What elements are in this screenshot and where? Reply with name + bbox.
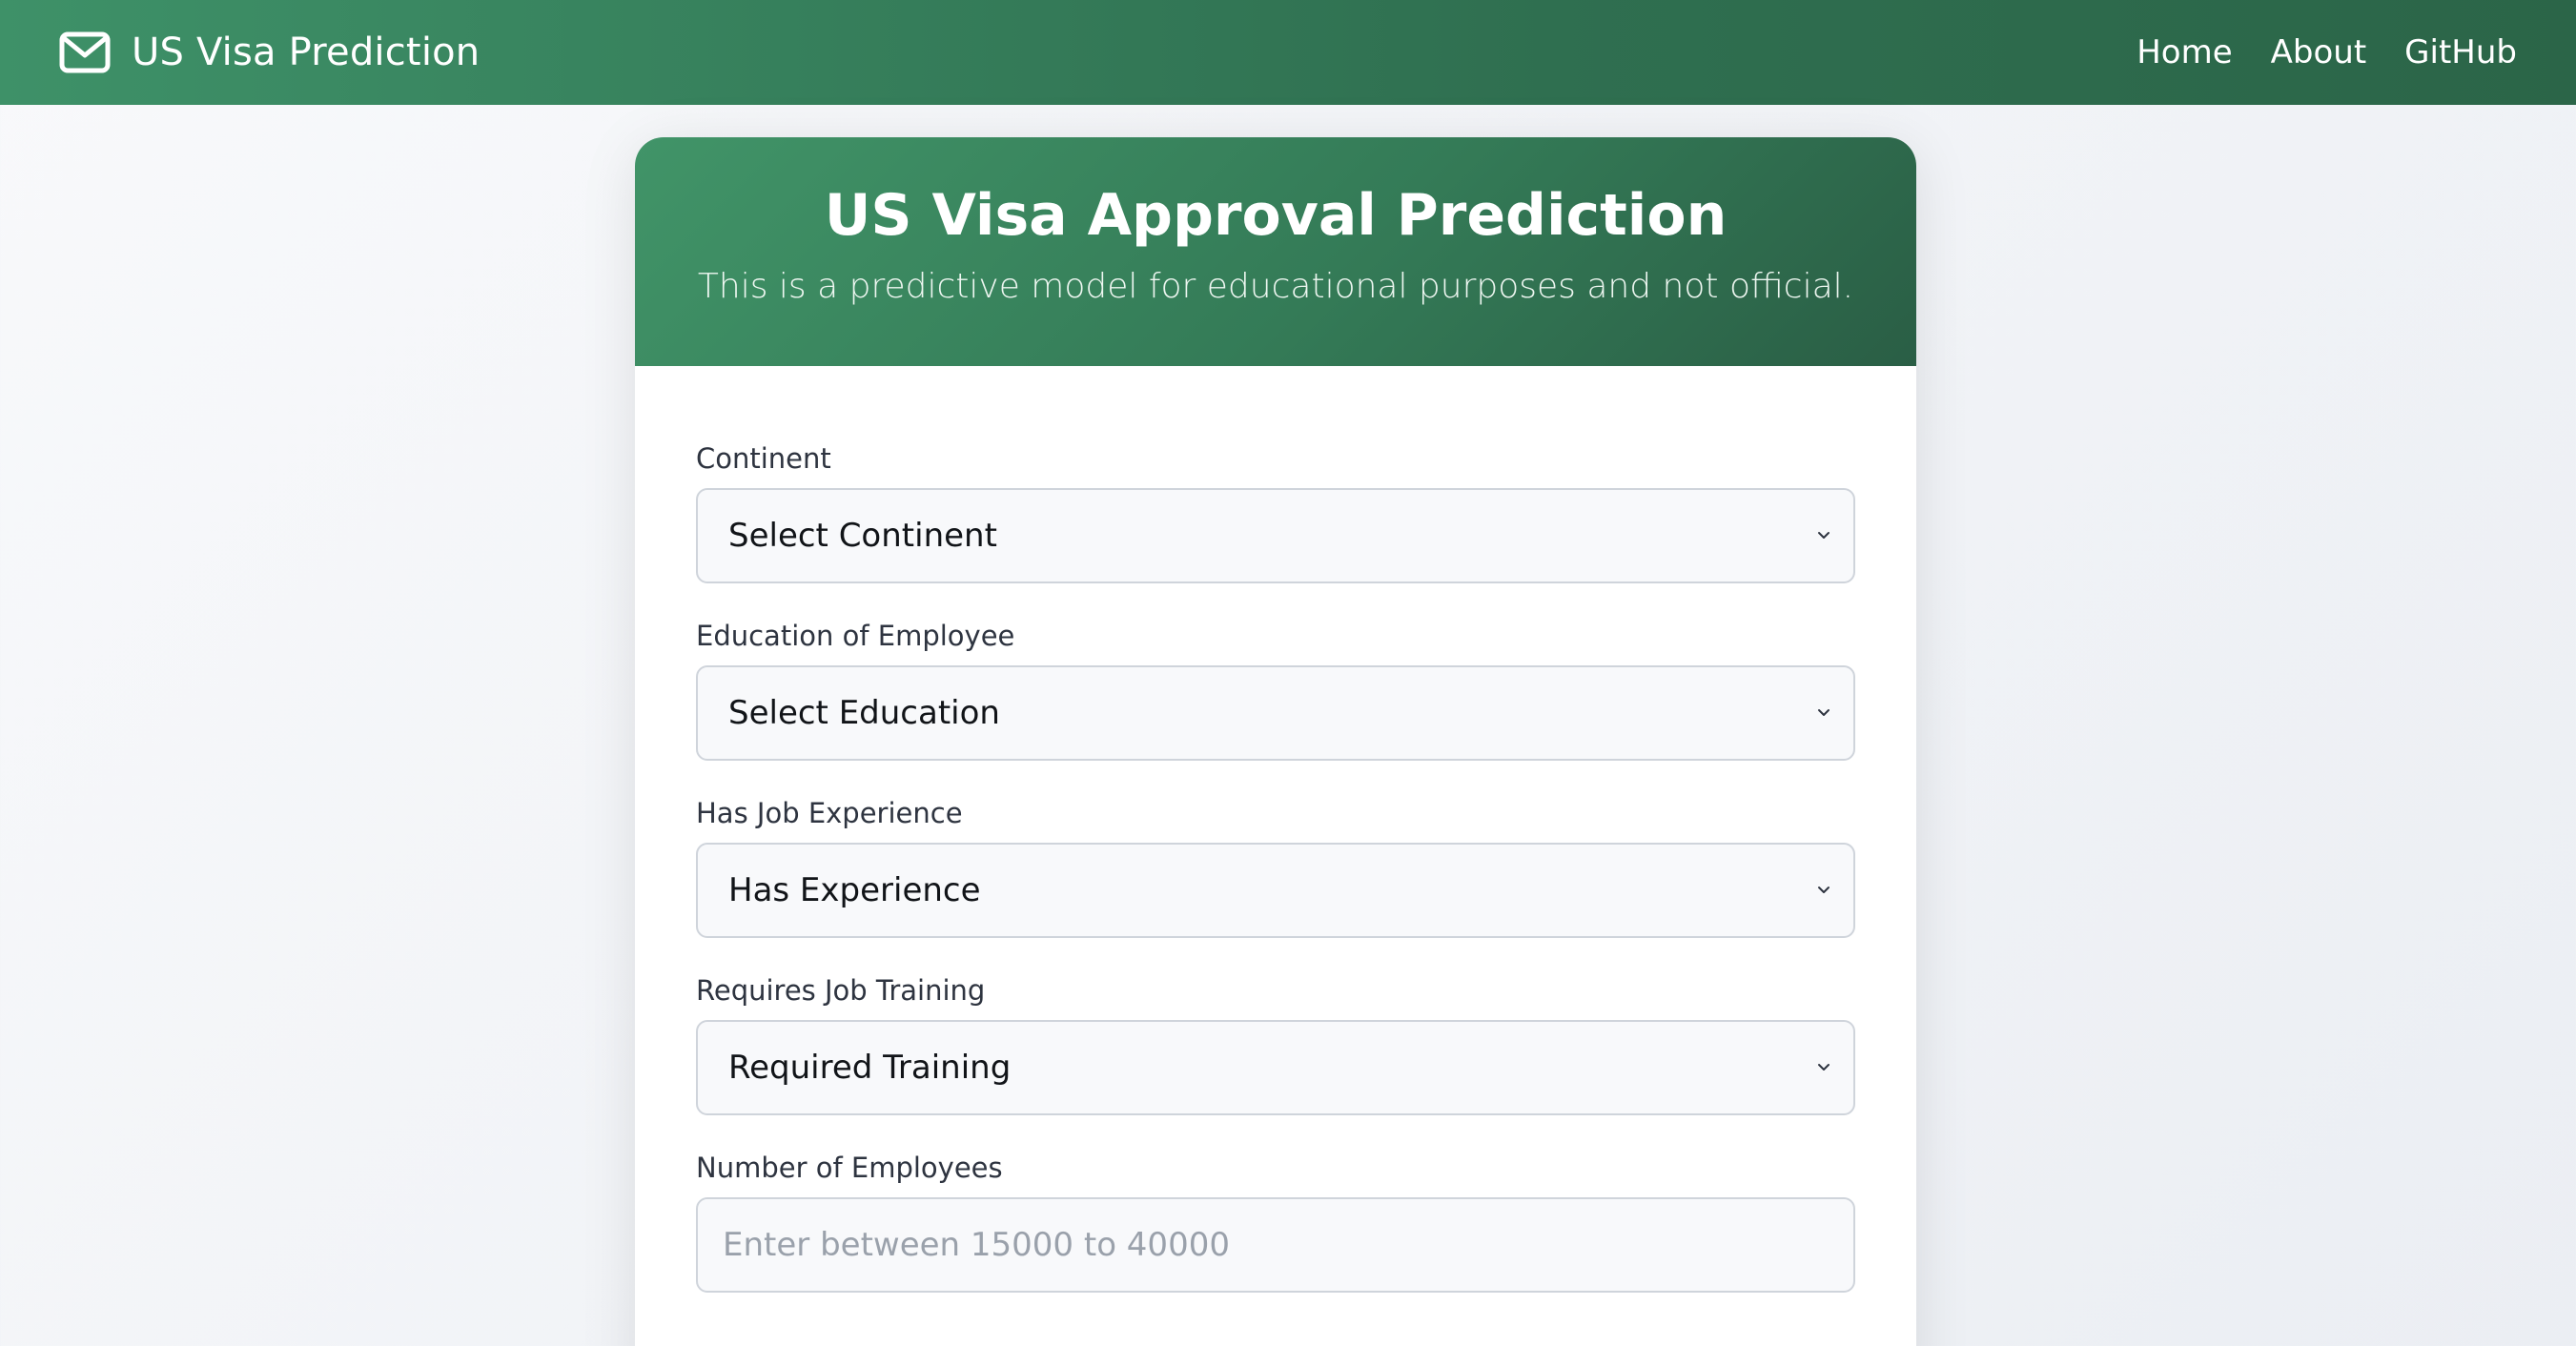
brand[interactable]: US Visa Prediction xyxy=(59,31,480,74)
job-training-select-value: Required Training xyxy=(728,1049,1012,1087)
prediction-card: US Visa Approval Prediction This is a pr… xyxy=(635,137,1916,1346)
field-job-experience: Has Job Experience Has Experience xyxy=(696,797,1855,938)
prediction-form: Continent Select Continent Education of … xyxy=(635,366,1916,1293)
chevron-down-icon xyxy=(1818,1064,1830,1071)
card-title: US Visa Approval Prediction xyxy=(824,182,1728,249)
continent-select[interactable]: Select Continent xyxy=(696,488,1855,583)
card-subtitle: This is a predictive model for education… xyxy=(697,267,1854,306)
field-job-training: Requires Job Training Required Training xyxy=(696,974,1855,1115)
nav-links: Home About GitHub xyxy=(2098,33,2517,71)
job-experience-select-value: Has Experience xyxy=(728,871,981,909)
card-header: US Visa Approval Prediction This is a pr… xyxy=(635,137,1916,366)
chevron-down-icon xyxy=(1818,709,1830,716)
envelope-icon xyxy=(59,31,111,73)
top-navbar: US Visa Prediction Home About GitHub xyxy=(0,0,2576,105)
education-select[interactable]: Select Education xyxy=(696,665,1855,761)
field-number-of-employees: Number of Employees xyxy=(696,1152,1855,1293)
field-education: Education of Employee Select Education xyxy=(696,620,1855,761)
job-experience-label: Has Job Experience xyxy=(696,797,963,829)
job-training-select[interactable]: Required Training xyxy=(696,1020,1855,1115)
chevron-down-icon xyxy=(1818,532,1830,539)
field-continent: Continent Select Continent xyxy=(696,442,1855,583)
nav-link-home[interactable]: Home xyxy=(2136,33,2232,71)
chevron-down-icon xyxy=(1818,887,1830,893)
nav-link-about[interactable]: About xyxy=(2271,33,2367,71)
number-of-employees-label: Number of Employees xyxy=(696,1152,1003,1184)
number-of-employees-input[interactable] xyxy=(696,1197,1855,1293)
job-experience-select[interactable]: Has Experience xyxy=(696,843,1855,938)
nav-link-github[interactable]: GitHub xyxy=(2404,33,2517,71)
continent-label: Continent xyxy=(696,442,831,475)
continent-select-value: Select Continent xyxy=(728,517,997,555)
brand-title: US Visa Prediction xyxy=(132,31,480,74)
education-label: Education of Employee xyxy=(696,620,1015,652)
education-select-value: Select Education xyxy=(728,694,1000,732)
job-training-label: Requires Job Training xyxy=(696,974,986,1007)
